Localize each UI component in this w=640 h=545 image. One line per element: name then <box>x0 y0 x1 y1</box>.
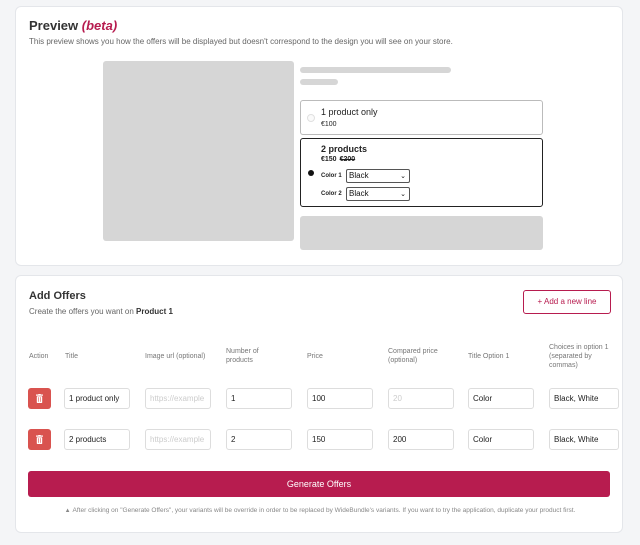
chevron-down-icon: ⌄ <box>400 191 406 198</box>
number-of-products-input[interactable]: 2 <box>226 429 292 450</box>
variant-select[interactable]: Black ⌄ <box>346 169 410 183</box>
number-of-products-input[interactable]: 1 <box>226 388 292 409</box>
warning-icon: ▲ <box>64 508 71 514</box>
price-input[interactable]: 150 <box>307 429 373 450</box>
product-name: Product 1 <box>136 307 173 316</box>
col-compared-price: Compared price (optional) <box>388 348 438 364</box>
title-skeleton <box>300 67 451 73</box>
compared-price: €200 <box>339 156 356 163</box>
col-price: Price <box>307 353 323 360</box>
title-option-input[interactable]: Color <box>468 388 534 409</box>
compared-price-input[interactable]: 200 <box>388 429 454 450</box>
offer-option-price: €100 <box>321 121 337 128</box>
beta-label: (beta) <box>81 18 118 33</box>
delete-row-button[interactable] <box>28 429 51 450</box>
preview-description: This preview shows you how the offers wi… <box>29 37 453 46</box>
chevron-down-icon: ⌄ <box>400 173 406 180</box>
choices-input[interactable]: Black, White <box>549 429 619 450</box>
title-option-input[interactable]: Color <box>468 429 534 450</box>
choices-input[interactable]: Black, White <box>549 388 619 409</box>
image-url-input[interactable]: https://example <box>145 429 211 450</box>
col-action: Action <box>29 353 49 360</box>
radio-unselected[interactable] <box>307 114 315 122</box>
add-new-line-button[interactable]: + Add a new line <box>523 290 611 314</box>
trash-icon <box>36 394 43 403</box>
add-offers-subtitle: Create the offers you want on Product 1 <box>29 307 173 316</box>
variant-label: Color 2 <box>321 191 342 197</box>
compared-price-input[interactable]: 20 <box>388 388 454 409</box>
radio-selected[interactable] <box>308 170 314 176</box>
warning-note: ▲ After clicking on "Generate Offers", yo… <box>64 507 576 514</box>
col-number-of-products: Number of products <box>226 348 259 364</box>
preview-card: Preview (beta) This preview shows you ho… <box>15 6 623 266</box>
delete-row-button[interactable] <box>28 388 51 409</box>
offer-option-title: 2 products <box>321 144 368 154</box>
title-input[interactable]: 1 product only <box>64 388 130 409</box>
add-offers-card: Add Offers Create the offers you want on… <box>15 275 623 533</box>
offer-option-1[interactable]: 1 product only €100 <box>300 100 543 135</box>
offer-option-price: €150 €200 <box>321 156 356 163</box>
title-input[interactable]: 2 products <box>64 429 130 450</box>
add-to-cart-placeholder <box>300 216 543 250</box>
variant-label: Color 1 <box>321 173 342 179</box>
image-url-input[interactable]: https://example <box>145 388 211 409</box>
offer-option-title: 1 product only <box>321 107 378 117</box>
col-image-url: Image url (optional) <box>145 353 206 360</box>
col-title: Title <box>65 353 78 360</box>
add-offers-title: Add Offers <box>29 290 86 302</box>
price-input[interactable]: 100 <box>307 388 373 409</box>
preview-title: Preview (beta) <box>29 18 118 33</box>
trash-icon <box>36 435 43 444</box>
price-skeleton <box>300 79 338 85</box>
variant-select[interactable]: Black ⌄ <box>346 187 410 201</box>
offer-option-2[interactable]: 2 products €150 €200 Color 1 Black ⌄ Color… <box>300 138 543 207</box>
product-image-placeholder <box>103 61 294 241</box>
generate-offers-button[interactable]: Generate Offers <box>28 471 610 497</box>
col-choices: Choices in option 1 (separated by commas… <box>549 344 609 369</box>
col-title-option: Title Option 1 <box>468 353 510 360</box>
